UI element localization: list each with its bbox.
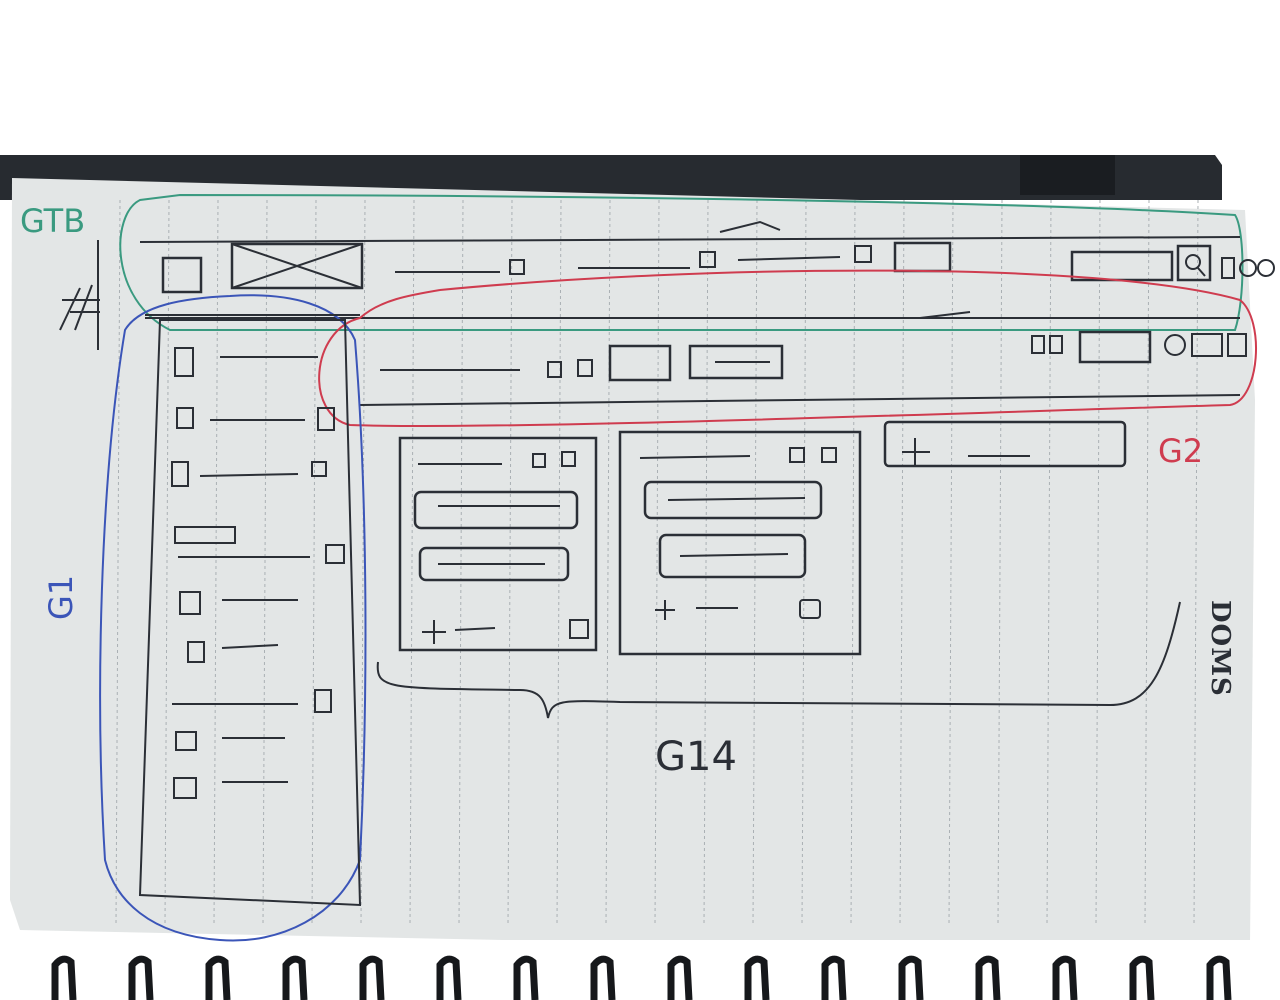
- notebook-brand: DOMS: [1205, 600, 1235, 697]
- label-card-area: G14: [655, 734, 737, 780]
- label-sub-header: G2: [1158, 432, 1203, 470]
- label-nav-panel: G1: [42, 575, 80, 620]
- label-top-bar: GTB: [20, 202, 85, 240]
- bottom-strip: [0, 940, 1280, 1000]
- cover-clip: [1020, 155, 1115, 195]
- notebook-photo: GTB G2 G1 G14 DOMS: [0, 0, 1280, 1000]
- paper-page: [10, 178, 1255, 955]
